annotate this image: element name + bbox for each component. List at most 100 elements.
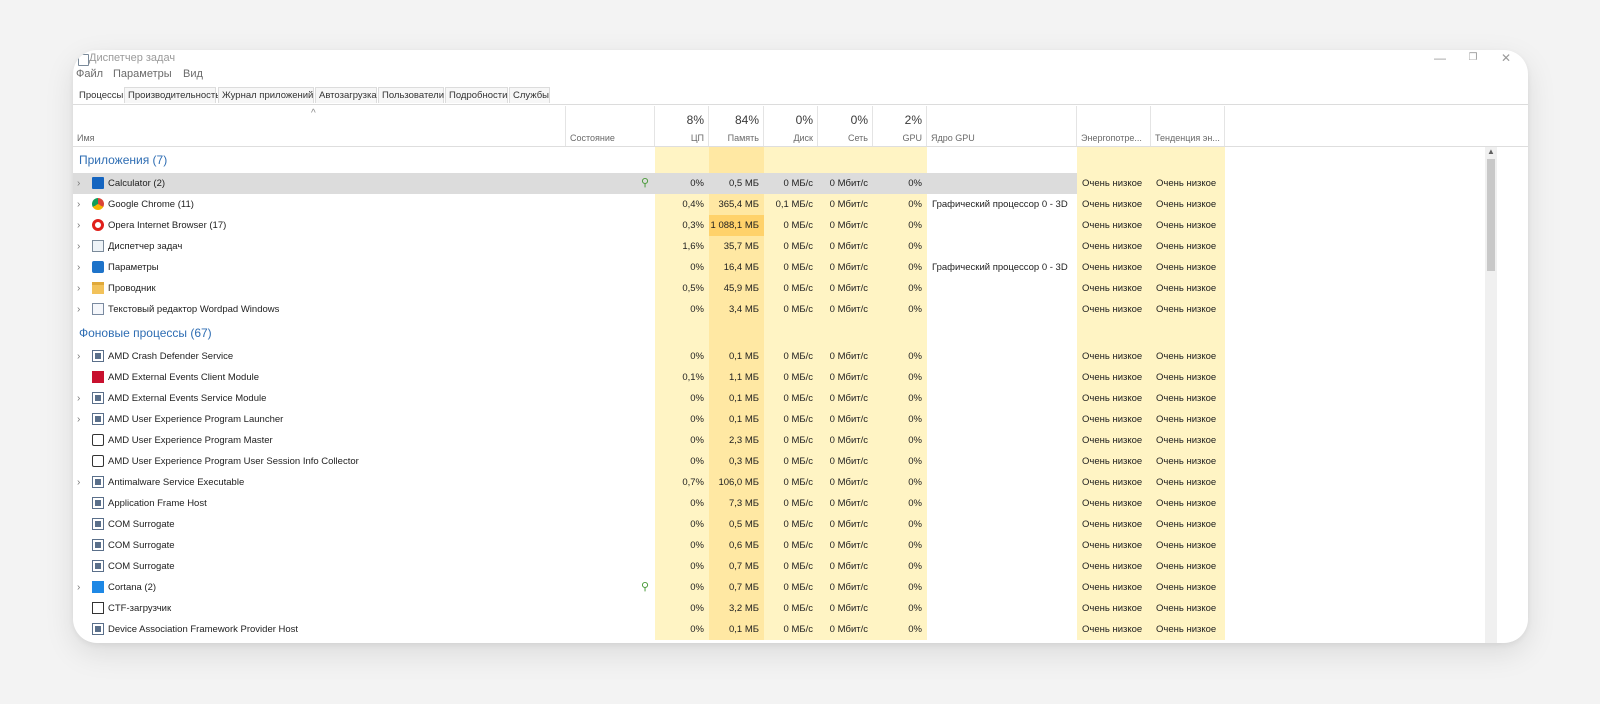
process-row[interactable]: › Opera Internet Browser (17) 0,3% 1 088,1 …	[73, 215, 1225, 236]
process-name: Google Chrome (11)	[108, 199, 194, 210]
process-row[interactable]: › Cortana (2) ⚲ 0% 0,7 МБ 0 МБ/с 0 Мбит/с 0% Оче…	[73, 577, 1225, 598]
cell-disk: 0 МБ/с	[764, 493, 818, 514]
column-memory[interactable]: 84% Память	[709, 106, 764, 146]
expand-chevron-icon[interactable]: ›	[77, 388, 80, 409]
service-icon	[92, 476, 104, 488]
column-gpu-engine[interactable]: Ядро GPU	[927, 106, 1077, 146]
cell-engine: Графический процессор 0 - 3D	[932, 262, 1068, 273]
process-row[interactable]: › Antimalware Service Executable 0,7% 106,0…	[73, 472, 1225, 493]
expand-chevron-icon[interactable]: ›	[77, 346, 80, 367]
cell-net: 0 Мбит/с	[818, 194, 873, 215]
process-name: AMD External Events Client Module	[108, 372, 260, 383]
process-name: COM Surrogate	[108, 561, 175, 572]
cell-gpu: 0%	[873, 514, 927, 535]
process-row[interactable]: › Calculator (2) ⚲ 0% 0,5 МБ 0 МБ/с 0 Мбит/с 0%…	[73, 173, 1225, 194]
column-network[interactable]: 0% Сеть	[818, 106, 873, 146]
cell-net: 0 Мбит/с	[818, 472, 873, 493]
cell-net: 0 Мбит/с	[818, 598, 873, 619]
menu-options[interactable]: Параметры	[113, 68, 172, 80]
cell-cpu: 0,3%	[655, 215, 709, 236]
close-button[interactable]: ✕	[1491, 50, 1521, 68]
column-cpu[interactable]: 8% ЦП	[655, 106, 709, 146]
cell-gpu: 0%	[873, 257, 927, 278]
expand-chevron-icon[interactable]: ›	[77, 577, 80, 598]
cell-gpu: 0%	[908, 178, 922, 189]
column-gpu-label: GPU	[902, 133, 922, 143]
process-row[interactable]: CTF-загрузчик 0% 3,2 МБ 0 МБ/с 0 Мбит/с 0% Оче…	[73, 598, 1225, 619]
process-row[interactable]: › AMD Crash Defender Service 0% 0,1 МБ 0 МБ/…	[73, 346, 1225, 367]
cell-gpu: 0%	[873, 299, 927, 320]
cell-mem: 0,1 МБ	[709, 346, 764, 367]
process-row[interactable]: › Проводник 0,5% 45,9 МБ 0 МБ/с 0 Мбит/с 0% Оче…	[73, 278, 1225, 299]
tab-performance[interactable]: Производительность	[124, 87, 220, 103]
tab-users[interactable]: Пользователи	[378, 87, 444, 103]
cell-cpu: 0,4%	[655, 194, 709, 215]
process-row[interactable]: AMD User Experience Program Master 0% 2,3 …	[73, 430, 1225, 451]
column-status[interactable]: Состояние	[566, 106, 655, 146]
cell-power: Очень низкое	[1077, 257, 1151, 278]
cell-disk: 0 МБ/с	[764, 215, 818, 236]
title-bar[interactable]: Диспетчер задач — ❐ ✕	[73, 50, 1528, 68]
cell-mem: 16,4 МБ	[709, 257, 764, 278]
cell-engine	[927, 236, 1077, 257]
expand-chevron-icon[interactable]: ›	[77, 194, 80, 215]
maximize-button[interactable]: ❐	[1458, 50, 1488, 68]
cell-disk: 0 МБ/с	[764, 472, 818, 493]
process-name: AMD User Experience Program Launcher	[108, 414, 284, 425]
expand-chevron-icon[interactable]: ›	[77, 173, 80, 194]
cell-trend: Очень низкое	[1151, 346, 1225, 367]
process-row[interactable]: AMD User Experience Program User Session…	[73, 451, 1225, 472]
cell-mem: 3,2 МБ	[709, 598, 764, 619]
process-row[interactable]: Application Frame Host 0% 7,3 МБ 0 МБ/с 0 Мб…	[73, 493, 1225, 514]
group-column-shade	[1077, 147, 1151, 173]
expand-chevron-icon[interactable]: ›	[77, 278, 80, 299]
tab-startup[interactable]: Автозагрузка	[315, 87, 377, 103]
cell-net: 0 Мбит/с	[818, 577, 873, 598]
menu-view[interactable]: Вид	[183, 68, 203, 80]
scrollbar-thumb[interactable]	[1487, 159, 1495, 271]
cell-trend: Очень низкое	[1151, 556, 1225, 577]
cell-trend: Очень низкое	[1151, 619, 1225, 640]
vertical-scrollbar[interactable]: ▲	[1485, 147, 1497, 643]
group-column-shade	[709, 320, 764, 346]
process-row[interactable]: › AMD External Events Service Module 0% 0,1…	[73, 388, 1225, 409]
task-manager-window: Диспетчер задач — ❐ ✕ Файл Параметры Вид…	[73, 50, 1528, 643]
process-row[interactable]: › Текстовый редактор Wordpad Windows 0% 3,4…	[73, 299, 1225, 320]
expand-chevron-icon[interactable]: ›	[77, 472, 80, 493]
tab-processes[interactable]: Процессы	[75, 87, 124, 103]
column-power-usage[interactable]: Энергопотре...	[1077, 106, 1151, 146]
column-power-trend[interactable]: Тенденция эн...	[1151, 106, 1225, 146]
cell-engine	[927, 299, 1077, 320]
cell-disk: 0 МБ/с	[764, 556, 818, 577]
gpu-total: 2%	[904, 113, 922, 127]
column-name[interactable]: ^ Имя	[73, 106, 566, 146]
expand-chevron-icon[interactable]: ›	[77, 299, 80, 320]
expand-chevron-icon[interactable]: ›	[77, 257, 80, 278]
process-row[interactable]: AMD External Events Client Module 0,1% 1,1…	[73, 367, 1225, 388]
expand-chevron-icon[interactable]: ›	[77, 236, 80, 257]
cell-trend: Очень низкое	[1151, 388, 1225, 409]
minimize-button[interactable]: —	[1425, 50, 1455, 68]
process-row[interactable]: Device Association Framework Provider Ho…	[73, 619, 1225, 640]
column-disk[interactable]: 0% Диск	[764, 106, 818, 146]
process-row[interactable]: › AMD User Experience Program Launcher 0% 0…	[73, 409, 1225, 430]
process-row[interactable]: › Параметры 0% 16,4 МБ 0 МБ/с 0 Мбит/с 0% Графи…	[73, 257, 1225, 278]
scroll-up-arrow-icon[interactable]: ▲	[1485, 147, 1497, 157]
process-name: Device Association Framework Provider Ho…	[108, 624, 299, 635]
tab-services[interactable]: Службы	[509, 87, 550, 103]
process-name: Calculator (2)	[108, 178, 166, 189]
tab-details[interactable]: Подробности	[445, 87, 508, 103]
expand-chevron-icon[interactable]: ›	[77, 215, 80, 236]
process-row[interactable]: COM Surrogate 0% 0,5 МБ 0 МБ/с 0 Мбит/с 0% Оче…	[73, 514, 1225, 535]
cell-gpu: 0%	[873, 367, 927, 388]
cell-mem: 0,5 МБ	[709, 514, 764, 535]
process-row[interactable]: COM Surrogate 0% 0,7 МБ 0 МБ/с 0 Мбит/с 0% Оче…	[73, 556, 1225, 577]
process-row[interactable]: › Google Chrome (11) 0,4% 365,4 МБ 0,1 МБ/с 0…	[73, 194, 1225, 215]
menu-file[interactable]: Файл	[76, 68, 103, 80]
cell-trend: Очень низкое	[1151, 299, 1225, 320]
expand-chevron-icon[interactable]: ›	[77, 409, 80, 430]
process-row[interactable]: COM Surrogate 0% 0,6 МБ 0 МБ/с 0 Мбит/с 0% Оче…	[73, 535, 1225, 556]
column-gpu[interactable]: 2% GPU	[873, 106, 927, 146]
tab-app-history[interactable]: Журнал приложений	[218, 87, 314, 103]
process-row[interactable]: › Диспетчер задач 1,6% 35,7 МБ 0 МБ/с 0 Мбит/…	[73, 236, 1225, 257]
